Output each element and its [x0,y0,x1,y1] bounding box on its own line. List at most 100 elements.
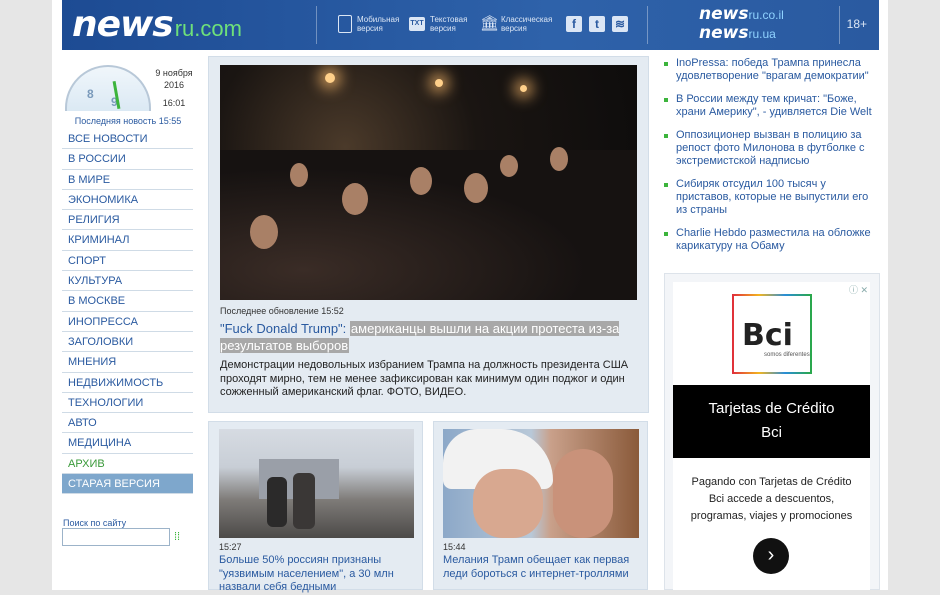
link-label: Мобильная [357,15,400,24]
link-label: Классическая [501,15,553,24]
header-divider [839,6,840,44]
current-time: 16:01 [162,98,186,108]
classic-version-link[interactable]: 🏛 Классическая версия [480,15,552,33]
face [553,449,613,538]
mobile-icon [338,15,352,33]
main-lead: Демонстрации недовольных избранием Трамп… [220,359,629,398]
protester [500,155,518,177]
nav-archive[interactable]: Архив [62,454,193,475]
link-label: версия [501,24,527,33]
face [473,469,543,538]
clock-number: 8 [87,87,94,101]
nav-sport[interactable]: Спорт [62,251,193,272]
nav-religion[interactable]: Религия [62,210,193,231]
nav-world[interactable]: В мире [62,170,193,190]
search-label: Поиск по сайту [63,518,127,528]
adchoices-icon[interactable]: ⓘ ✕ [849,283,868,296]
list-item[interactable]: В России между тем кричат: "Боже, храни … [664,93,874,119]
street-light [520,85,527,92]
news-title: Сибиряк отсудил 100 тысяч у приставов, к… [676,178,869,216]
nav-all-news[interactable]: Все новости [62,129,193,150]
right-news-list: InoPressa: победа Трампа принесла удовле… [664,57,874,263]
protester [410,167,432,195]
nav-russia[interactable]: В России [62,149,193,170]
mirror-domain: ru.co.il [748,8,784,22]
main-story-photo[interactable] [220,65,637,300]
street-light [435,79,443,87]
advertisement[interactable]: ⓘ ✕ Bci somos diferentes Tarjetas de Cré… [673,282,870,590]
bullet-icon [664,232,668,236]
bullet-icon [664,98,668,102]
protester [464,173,488,203]
date-day: 9 ноября [155,68,193,78]
list-item[interactable]: Сибиряк отсудил 100 тысяч у приставов, к… [664,178,874,217]
nav-medicine[interactable]: Медицина [62,433,193,454]
twitter-icon[interactable]: t [589,16,605,32]
nav-inopressa[interactable]: Инопресса [62,312,193,332]
bci-brand: Bci [742,318,793,353]
text-version-link[interactable]: TXT Текстовая версия [409,15,467,33]
search-submit-icon[interactable]: ⁞⁞ [174,531,184,543]
nav-moscow[interactable]: В Москве [62,291,193,312]
headline-quote: "Fuck Donald Trump": [220,321,347,336]
ad-text: Pagando con Tarjetas de Crédito Bci acce… [690,476,853,522]
mobile-version-link[interactable]: Мобильная версия [338,15,399,33]
logo-com: .com [194,16,242,41]
main-headline[interactable]: "Fuck Donald Trump": американцы вышли на… [220,320,640,354]
nav-technology[interactable]: Технологии [62,393,193,414]
sub-story-time: 15:27 [219,542,242,552]
street-light [325,73,335,83]
protester [550,147,568,171]
mirror-news: news [699,23,749,43]
bullet-icon [664,62,668,66]
nav-auto[interactable]: Авто [62,413,193,434]
search-input[interactable] [62,528,170,546]
list-item[interactable]: Charlie Hebdo разместила на обложке кари… [664,227,874,253]
pedestrian [293,473,315,529]
nav-headlines[interactable]: Заголовки [62,332,193,353]
nav-culture[interactable]: Культура [62,271,193,292]
list-item[interactable]: InoPressa: победа Трампа принесла удовле… [664,57,874,83]
nav-economy[interactable]: Экономика [62,190,193,211]
protester [290,163,308,187]
age-rating: 18+ [846,17,867,31]
current-date: 9 ноября 2016 16:01 [152,67,196,109]
list-item[interactable]: Оппозиционер вызван в полицию за репост … [664,129,874,168]
link-label: версия [357,24,383,33]
mirror-links: newsru.co.il newsru.ua [699,5,784,43]
bullet-icon [664,134,668,138]
site-header: news ru .com Мобильная версия TXT Текстов… [62,0,879,50]
ad-banner: Tarjetas de Crédito Bci [673,385,870,458]
facebook-icon[interactable]: f [566,16,582,32]
sidebar-nav: Все новости В России В мире Экономика Ре… [62,129,193,495]
link-label: версия [430,24,456,33]
last-update: Последнее обновление 15:52 [220,306,344,316]
sub-story-title[interactable]: Мелания Трамп обещает как первая леди бо… [443,554,639,581]
nav-old-version[interactable]: Старая версия [62,474,193,495]
mirror-news: news [699,4,749,24]
nav-opinions[interactable]: Мнения [62,352,193,373]
bci-logo: Bci somos diferentes [732,294,812,374]
mirror-ukraine-link[interactable]: newsru.ua [699,24,784,43]
news-title: InoPressa: победа Трампа принесла удовле… [676,57,869,82]
rss-icon[interactable]: ≋ [612,16,628,32]
mirror-domain: ru.ua [748,27,776,41]
nav-realty[interactable]: Недвижимость [62,373,193,393]
last-news-link[interactable]: Последняя новость 15:55 [63,116,193,126]
sub-story-title[interactable]: Больше 50% россиян признаны "уязвимым на… [219,554,415,595]
text-version-icon: TXT [409,17,425,31]
header-divider [316,6,317,44]
mirror-israel-link[interactable]: newsru.co.il [699,5,784,24]
chevron-right-icon[interactable]: › [753,538,789,574]
link-label: Текстовая [430,15,468,24]
bullet-icon [664,183,668,187]
site-logo[interactable]: news ru .com [72,6,242,44]
nav-crime[interactable]: Криминал [62,230,193,251]
pedestrian [267,477,287,527]
sub-story-photo[interactable] [443,429,639,538]
header-divider [647,6,648,44]
ad-title-brand: Bci [761,424,782,441]
sub-story-photo[interactable] [219,429,414,538]
logo-news: news [72,4,174,45]
news-title: В России между тем кричат: "Боже, храни … [676,93,872,118]
